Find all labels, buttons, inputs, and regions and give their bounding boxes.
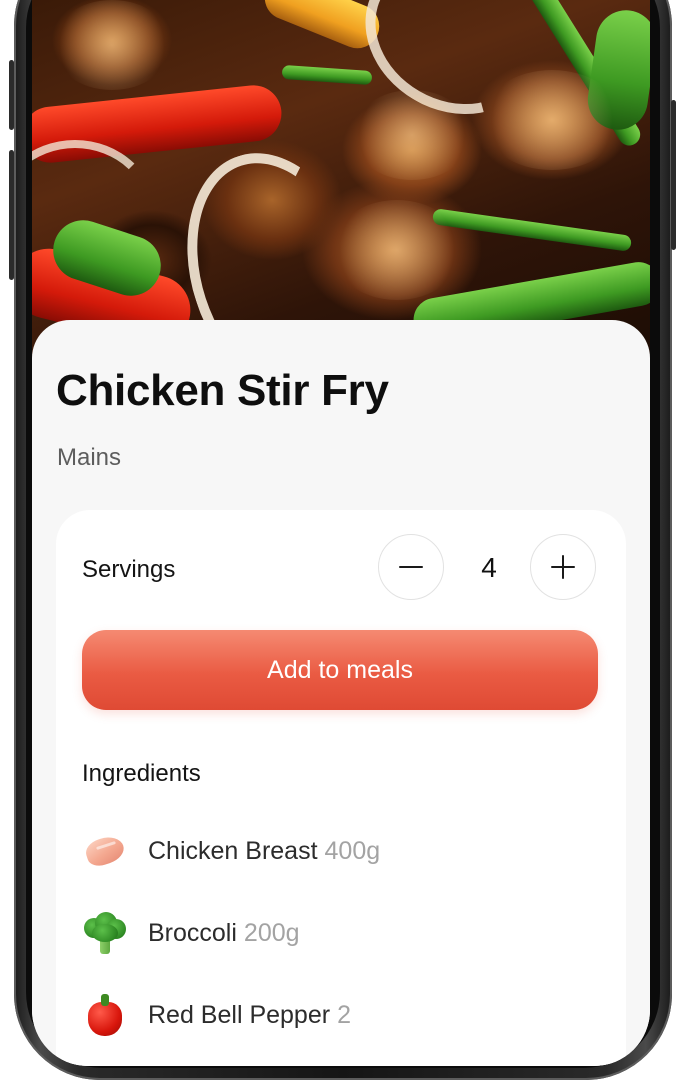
plus-icon <box>562 555 564 579</box>
ingredient-item-chicken-breast: Chicken Breast 400g <box>82 810 380 892</box>
add-to-meals-button[interactable]: Add to meals <box>82 630 598 710</box>
servings-label: Servings <box>82 556 176 583</box>
phone-side-button <box>9 150 14 280</box>
recipe-title: Chicken Stir Fry <box>56 366 389 415</box>
decrease-servings-button[interactable] <box>378 534 444 600</box>
phone-power-button <box>671 100 676 250</box>
sauce-highlight <box>482 70 622 170</box>
recipe-category: Mains <box>57 444 122 471</box>
app-screen: Chicken Stir Fry Mains Servings 4 Add to… <box>32 0 650 1066</box>
ingredient-item-broccoli: Broccoli 200g <box>82 892 380 974</box>
chicken-breast-icon <box>82 828 128 874</box>
recipe-details: Chicken Stir Fry Mains Servings 4 Add to… <box>32 320 650 1066</box>
recipe-photo <box>32 0 650 360</box>
sauce-highlight <box>332 200 462 300</box>
ingredient-name: Red Bell Pepper <box>148 1000 331 1029</box>
ingredient-item-red-bell-pepper: Red Bell Pepper 2 <box>82 974 380 1056</box>
increase-servings-button[interactable] <box>530 534 596 600</box>
recipe-panel: Servings 4 Add to meals Ingredients Chic… <box>56 510 626 1066</box>
ingredient-name: Chicken Breast <box>148 836 318 865</box>
ingredient-quantity: 2 <box>337 1000 351 1029</box>
scallion <box>281 64 373 86</box>
broccoli-icon <box>82 910 128 956</box>
ingredient-quantity: 200g <box>243 918 300 947</box>
ingredient-quantity: 400g <box>324 836 381 865</box>
ingredient-list: Chicken Breast 400g Broccoli 200g Red Be… <box>82 810 380 1056</box>
scallion <box>431 208 633 252</box>
red-bell-pepper-icon <box>82 992 128 1038</box>
servings-value: 4 <box>481 552 497 583</box>
ingredient-name: Broccoli <box>148 918 237 947</box>
sauce-highlight <box>352 90 472 180</box>
phone-side-button <box>9 60 14 130</box>
minus-icon <box>399 566 423 568</box>
ingredients-heading: Ingredients <box>82 760 201 787</box>
sauce-highlight <box>52 0 172 90</box>
